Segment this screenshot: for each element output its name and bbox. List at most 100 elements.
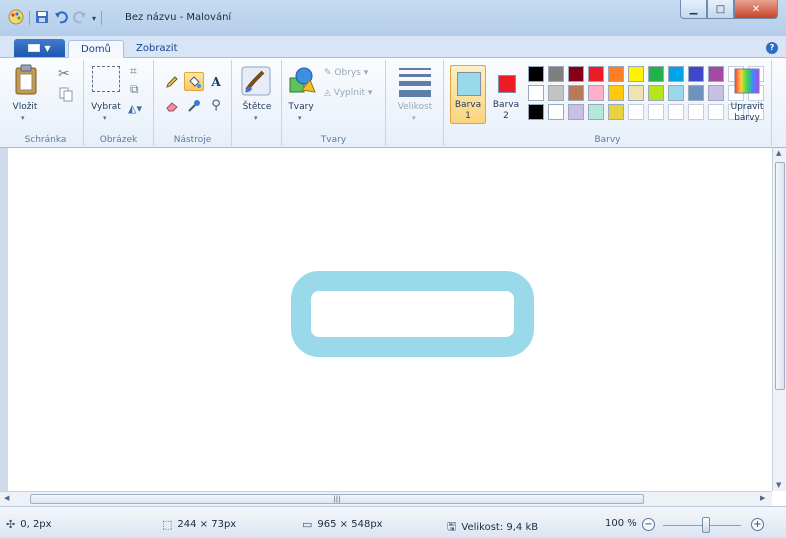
save-icon[interactable] bbox=[35, 10, 49, 27]
maximize-button[interactable]: □ bbox=[707, 0, 734, 19]
select-label[interactable]: Vybrat bbox=[88, 102, 124, 113]
edit-colors-label-1[interactable]: Upravit bbox=[726, 102, 768, 113]
drawing-canvas[interactable] bbox=[8, 148, 772, 491]
palette-color-swatch[interactable] bbox=[648, 104, 664, 120]
brush-icon[interactable] bbox=[241, 66, 271, 99]
palette-color-swatch[interactable] bbox=[548, 104, 564, 120]
palette-color-swatch[interactable] bbox=[628, 104, 644, 120]
vertical-scroll-thumb[interactable] bbox=[775, 162, 785, 390]
fill-button[interactable]: ◬ Vyplnit ▾ bbox=[324, 88, 386, 99]
palette-color-swatch[interactable] bbox=[708, 104, 724, 120]
palette-color-swatch[interactable] bbox=[568, 104, 584, 120]
palette-color-swatch[interactable] bbox=[548, 85, 564, 101]
window-title: Bez názvu - Malování bbox=[125, 12, 232, 23]
palette-color-swatch[interactable] bbox=[688, 104, 704, 120]
color1-button[interactable]: Barva 1 bbox=[450, 65, 486, 124]
palette-color-swatch[interactable] bbox=[528, 66, 544, 82]
scroll-up-icon[interactable]: ▲ bbox=[776, 149, 781, 157]
paste-label[interactable]: Vložit bbox=[10, 102, 40, 113]
edit-colors-icon[interactable] bbox=[734, 68, 760, 97]
magnifier-icon[interactable]: ⚲ bbox=[206, 96, 226, 115]
palette-color-swatch[interactable] bbox=[668, 104, 684, 120]
palette-color-swatch[interactable] bbox=[528, 85, 544, 101]
resize-icon[interactable]: ⧉ bbox=[130, 82, 148, 100]
fill-bucket-icon[interactable] bbox=[184, 72, 204, 91]
size-label[interactable]: Velikost bbox=[390, 102, 440, 113]
zoom-level: 100 % bbox=[605, 518, 637, 529]
palette-color-swatch[interactable] bbox=[708, 66, 724, 82]
customize-toolbar-icon[interactable]: ▾ bbox=[92, 14, 96, 23]
tab-view[interactable]: Zobrazit bbox=[124, 40, 190, 58]
palette-color-swatch[interactable] bbox=[628, 85, 644, 101]
outline-button[interactable]: ✎ Obrys ▾ bbox=[324, 68, 380, 79]
copy-icon[interactable] bbox=[58, 86, 76, 104]
chevron-down-icon[interactable]: ▾ bbox=[298, 114, 302, 122]
palette-color-swatch[interactable] bbox=[588, 104, 604, 120]
palette-color-swatch[interactable] bbox=[628, 66, 644, 82]
minimize-button[interactable]: ▁ bbox=[680, 0, 707, 19]
brushes-label[interactable]: Štětce bbox=[237, 102, 277, 113]
tab-home[interactable]: Domů bbox=[68, 40, 124, 58]
palette-color-swatch[interactable] bbox=[588, 85, 604, 101]
select-icon[interactable] bbox=[92, 66, 120, 92]
close-button[interactable]: ✕ bbox=[734, 0, 778, 19]
shapes-icon[interactable] bbox=[288, 66, 316, 99]
palette-color-swatch[interactable] bbox=[608, 104, 624, 120]
crop-icon[interactable]: ⌗ bbox=[130, 64, 148, 82]
chevron-down-icon[interactable]: ▾ bbox=[412, 114, 416, 122]
palette-color-swatch[interactable] bbox=[708, 85, 724, 101]
chevron-down-icon[interactable]: ▾ bbox=[103, 114, 107, 122]
palette-color-swatch[interactable] bbox=[648, 66, 664, 82]
chevron-down-icon[interactable]: ▾ bbox=[254, 114, 258, 122]
zoom-out-button[interactable]: − bbox=[642, 518, 655, 531]
ribbon-tab-row: ▼ Domů Zobrazit ? bbox=[0, 36, 786, 58]
palette-color-swatch[interactable] bbox=[568, 66, 584, 82]
pencil-icon[interactable] bbox=[162, 72, 182, 91]
rounded-rectangle-shape[interactable] bbox=[291, 271, 534, 357]
palette-color-swatch[interactable] bbox=[608, 66, 624, 82]
minimize-icon: ▁ bbox=[689, 3, 698, 15]
palette-color-swatch[interactable] bbox=[668, 85, 684, 101]
scroll-down-icon[interactable]: ▼ bbox=[776, 481, 781, 489]
help-icon[interactable]: ? bbox=[766, 42, 778, 54]
status-bar: ✣ 0, 2px ⬚ 244 × 73px ▭ 965 × 548px 🖫 Ve… bbox=[0, 506, 786, 538]
scroll-left-icon[interactable]: ◀ bbox=[4, 494, 9, 502]
palette-color-swatch[interactable] bbox=[548, 66, 564, 82]
color2-button[interactable]: Barva 2 bbox=[488, 65, 524, 124]
horizontal-scroll-thumb[interactable]: ||| bbox=[30, 494, 644, 504]
palette-color-swatch[interactable] bbox=[688, 85, 704, 101]
undo-icon[interactable] bbox=[54, 10, 68, 27]
chevron-down-icon[interactable]: ▾ bbox=[21, 114, 25, 122]
zoom-slider-thumb[interactable] bbox=[702, 517, 710, 533]
cut-icon[interactable]: ✂ bbox=[58, 66, 76, 84]
fill-label: Vyplnit bbox=[333, 88, 365, 98]
text-tool-icon[interactable]: A bbox=[206, 72, 226, 91]
rotate-icon[interactable]: ◭▾ bbox=[128, 102, 146, 120]
edit-colors-label-2[interactable]: barvy bbox=[726, 113, 768, 124]
shapes-group-label: Tvary bbox=[320, 135, 347, 145]
palette-color-swatch[interactable] bbox=[668, 66, 684, 82]
divider bbox=[29, 11, 30, 25]
scroll-right-icon[interactable]: ▶ bbox=[760, 494, 765, 502]
vertical-scrollbar[interactable]: ▲ ▼ bbox=[772, 148, 786, 491]
cursor-position-icon: ✣ bbox=[6, 518, 16, 531]
palette-color-swatch[interactable] bbox=[528, 104, 544, 120]
color-picker-icon[interactable] bbox=[184, 96, 204, 115]
palette-color-swatch[interactable] bbox=[568, 85, 584, 101]
horizontal-scrollbar[interactable]: ◀ ||| ▶ bbox=[0, 491, 772, 506]
eraser-icon[interactable] bbox=[162, 96, 182, 115]
color2-label: Barva bbox=[492, 100, 520, 110]
palette-color-swatch[interactable] bbox=[688, 66, 704, 82]
close-icon: ✕ bbox=[751, 3, 761, 15]
palette-color-swatch[interactable] bbox=[588, 66, 604, 82]
shapes-label[interactable]: Tvary bbox=[286, 102, 316, 113]
file-menu-button[interactable]: ▼ bbox=[14, 39, 65, 57]
paint-app-icon[interactable] bbox=[8, 9, 24, 28]
paste-icon[interactable] bbox=[14, 64, 42, 99]
document-icon bbox=[28, 44, 41, 52]
zoom-in-button[interactable]: + bbox=[751, 518, 764, 531]
redo-icon[interactable] bbox=[73, 10, 87, 27]
line-size-icon[interactable] bbox=[399, 68, 431, 97]
palette-color-swatch[interactable] bbox=[648, 85, 664, 101]
palette-color-swatch[interactable] bbox=[608, 85, 624, 101]
